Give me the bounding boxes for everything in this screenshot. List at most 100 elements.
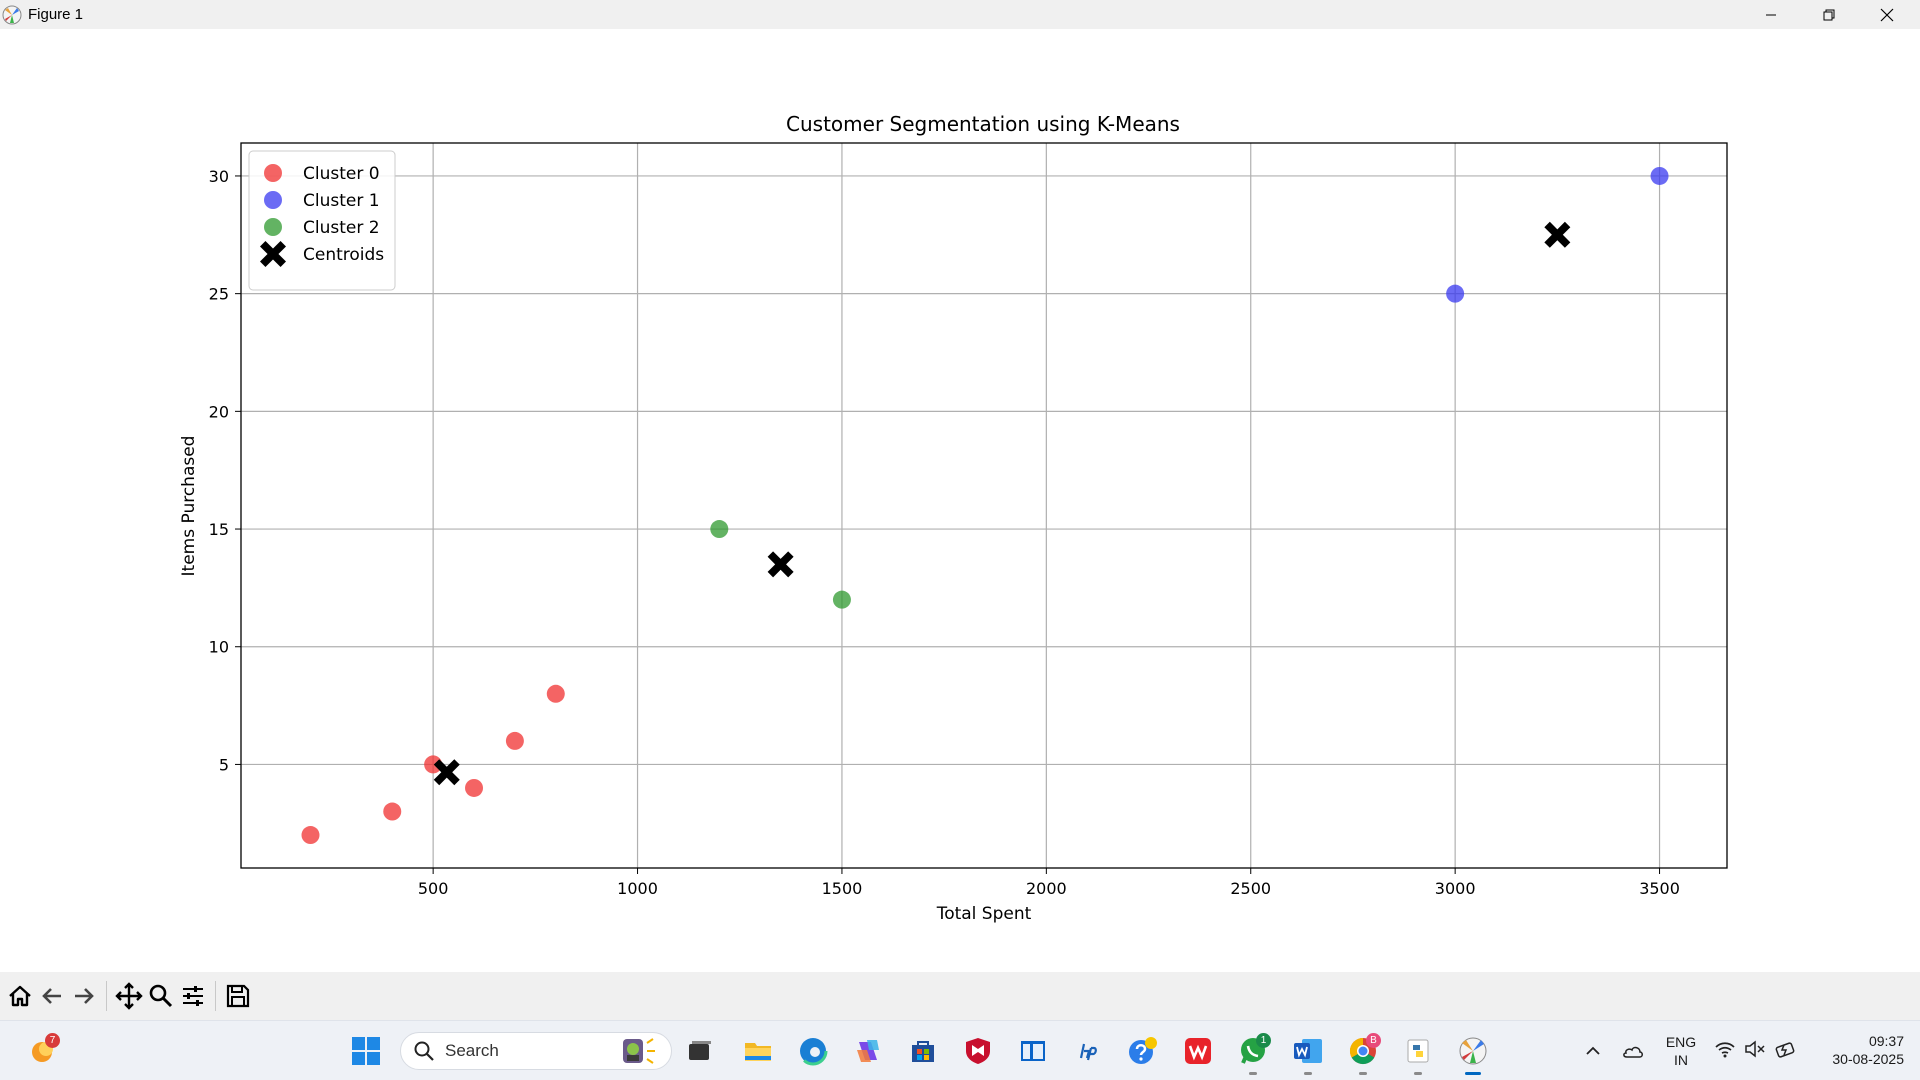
- y-tick-label: 5: [219, 755, 229, 774]
- mcafee-shield-icon: [966, 1038, 990, 1064]
- taskbar-hp[interactable]: [1068, 1031, 1108, 1071]
- centroid-marker: [1544, 221, 1571, 248]
- legend-label: Cluster 1: [303, 191, 380, 211]
- cluster-0-point: [383, 802, 402, 821]
- taskbar-copilot[interactable]: [848, 1031, 888, 1071]
- taskbar-wps-office[interactable]: [1178, 1031, 1218, 1071]
- folder-icon: [745, 1043, 771, 1061]
- legend-marker-cluster-1: [264, 191, 282, 209]
- restore-icon: [1823, 9, 1835, 20]
- help-question-icon: [1129, 1037, 1157, 1064]
- toolbar-separator: [215, 981, 216, 1011]
- y-tick-label: 20: [209, 402, 229, 421]
- onedrive-button[interactable]: [1613, 1031, 1653, 1071]
- python-icon: [1407, 1039, 1429, 1063]
- x-axis-label: Total Spent: [936, 904, 1032, 924]
- zoom-button[interactable]: [145, 979, 177, 1013]
- quick-settings-button[interactable]: [1714, 1039, 1798, 1059]
- minimize-button[interactable]: [1742, 0, 1800, 29]
- clock[interactable]: 09:37 30-08-2025: [1812, 1032, 1904, 1068]
- figure-canvas[interactable]: Customer Segmentation using K-Means 500 1…: [0, 29, 1920, 972]
- hp-logo-icon: [1075, 1038, 1101, 1064]
- home-button[interactable]: [4, 979, 36, 1013]
- clock-time: 09:37: [1868, 1033, 1904, 1049]
- weather-badge: 7: [45, 1033, 60, 1048]
- clock-date: 30-08-2025: [1832, 1051, 1904, 1067]
- centroid-marker: [767, 551, 794, 578]
- pan-button[interactable]: [113, 979, 145, 1013]
- search-highlight-icon: [623, 1038, 655, 1064]
- cluster-2-point: [710, 520, 729, 539]
- task-view-button[interactable]: [680, 1031, 720, 1071]
- plot-frame: [240, 142, 1728, 869]
- matplotlib-app-icon: [2, 5, 22, 24]
- search-placeholder: Search: [445, 1041, 499, 1060]
- cluster-0-point: [505, 731, 524, 750]
- battery-charging-icon: [1775, 1042, 1795, 1058]
- x-tick-label: 500: [418, 879, 449, 898]
- minimize-icon: [1766, 14, 1776, 15]
- cluster-2-point: [832, 590, 851, 609]
- windows-taskbar: 7 Search 1 B ENG IN 09:37 30-08-2025: [0, 1020, 1920, 1080]
- legend-label: Cluster 0: [303, 164, 380, 184]
- windows-start-icon: [352, 1037, 380, 1065]
- y-tick-label: 30: [209, 167, 229, 186]
- show-hidden-icons-button[interactable]: [1573, 1031, 1613, 1071]
- taskbar-word[interactable]: [1288, 1031, 1328, 1075]
- configure-subplots-button[interactable]: [177, 979, 209, 1013]
- taskbar-search-box[interactable]: Search: [400, 1032, 672, 1070]
- configure-subplots-icon: [183, 986, 203, 1006]
- close-button[interactable]: [1858, 0, 1916, 29]
- taskbar-mcafee[interactable]: [958, 1031, 998, 1071]
- zoom-icon: [149, 984, 173, 1008]
- cluster-0-point: [546, 684, 565, 703]
- back-button[interactable]: [36, 979, 68, 1013]
- taskbar-edge[interactable]: [793, 1031, 833, 1071]
- legend-label: Cluster 2: [303, 218, 380, 238]
- x-tick-label: 2000: [1026, 879, 1067, 898]
- x-tick-label: 1500: [822, 879, 863, 898]
- taskbar-file-explorer[interactable]: [738, 1031, 778, 1071]
- chart-legend: Cluster 0 Cluster 1 Cluster 2 Centroids: [248, 150, 396, 291]
- restore-button[interactable]: [1800, 0, 1858, 29]
- forward-icon: [75, 988, 94, 1004]
- legend-marker-cluster-2: [264, 218, 282, 236]
- chevron-up-icon: [1586, 1046, 1600, 1055]
- x-tick-label: 3500: [1639, 879, 1680, 898]
- taskbar-chrome[interactable]: B: [1343, 1031, 1383, 1075]
- taskbar-store[interactable]: [903, 1031, 943, 1071]
- save-button[interactable]: [222, 979, 254, 1013]
- home-icon: [9, 985, 31, 1007]
- forward-button[interactable]: [68, 979, 100, 1013]
- wps-office-icon: [1185, 1038, 1211, 1064]
- x-tick-label: 2500: [1230, 879, 1271, 898]
- weather-widget[interactable]: 7: [22, 1031, 62, 1071]
- taskbar-python[interactable]: [1398, 1031, 1438, 1075]
- cluster-0-point: [465, 778, 484, 797]
- taskbar-whatsapp[interactable]: 1: [1233, 1031, 1273, 1075]
- y-tick-label: 10: [209, 638, 229, 657]
- microsoft-store-icon: [912, 1041, 934, 1062]
- language-indicator[interactable]: ENG IN: [1658, 1033, 1704, 1069]
- back-icon: [42, 988, 61, 1004]
- cluster-1-point: [1446, 284, 1465, 303]
- taskbar-app-window[interactable]: [1013, 1031, 1053, 1071]
- toolbar-separator: [106, 981, 107, 1011]
- task-view-icon: [689, 1041, 711, 1060]
- edge-browser-icon: [798, 1036, 828, 1066]
- y-tick-label: 15: [209, 520, 229, 539]
- scatter-chart: Customer Segmentation using K-Means 500 1…: [179, 112, 1728, 924]
- search-icon: [414, 1041, 434, 1061]
- start-button[interactable]: [346, 1031, 386, 1071]
- pan-icon: [115, 982, 143, 1010]
- taskbar-help[interactable]: [1123, 1031, 1163, 1071]
- x-tick-label: 3000: [1435, 879, 1476, 898]
- wifi-icon: [1715, 1042, 1735, 1058]
- taskbar-matplotlib-figure[interactable]: [1453, 1031, 1493, 1075]
- copilot-icon: [857, 1040, 879, 1062]
- language-region: IN: [1674, 1052, 1688, 1068]
- whatsapp-badge: 1: [1256, 1033, 1271, 1048]
- legend-label: Centroids: [303, 245, 384, 265]
- chrome-profile-badge: B: [1366, 1033, 1381, 1048]
- legend-marker-cluster-0: [264, 164, 282, 182]
